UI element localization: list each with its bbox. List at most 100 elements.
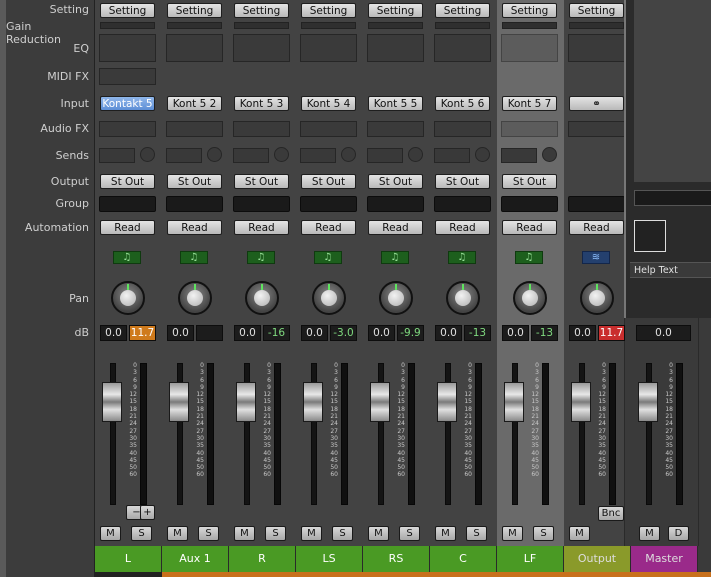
waveform-icon[interactable] xyxy=(634,220,666,252)
track-name-aux-1[interactable]: Aux 1 xyxy=(162,546,229,572)
music-note-icon[interactable]: ♫ xyxy=(314,251,342,264)
send-slot[interactable] xyxy=(300,148,336,163)
setting-button[interactable]: Setting xyxy=(569,3,624,18)
output-button[interactable]: St Out xyxy=(502,174,557,189)
solo-button[interactable]: S xyxy=(466,526,487,541)
audio-fx-slot[interactable] xyxy=(434,121,491,137)
bounce-button[interactable]: Bnc xyxy=(598,506,624,521)
send-slot[interactable] xyxy=(367,148,403,163)
setting-button[interactable]: Setting xyxy=(368,3,423,18)
automation-button[interactable]: Read xyxy=(234,220,289,235)
group-slot[interactable] xyxy=(367,196,424,212)
volume-fader[interactable] xyxy=(102,382,122,422)
group-slot[interactable] xyxy=(434,196,491,212)
music-note-icon[interactable]: ♫ xyxy=(448,251,476,264)
send-slot[interactable] xyxy=(99,148,135,163)
group-slot[interactable] xyxy=(300,196,357,212)
music-note-icon[interactable]: ♫ xyxy=(381,251,409,264)
setting-button[interactable]: Setting xyxy=(502,3,557,18)
pan-knob[interactable] xyxy=(580,281,614,315)
solo-button[interactable]: S xyxy=(198,526,219,541)
eq-slot[interactable] xyxy=(501,34,558,62)
eq-slot[interactable] xyxy=(568,34,625,62)
output-button[interactable]: St Out xyxy=(167,174,222,189)
mute-button[interactable]: M xyxy=(167,526,188,541)
track-name-lf[interactable]: LF xyxy=(497,546,564,572)
track-name-c[interactable]: C xyxy=(430,546,497,572)
eq-slot[interactable] xyxy=(300,34,357,62)
solo-button[interactable]: S xyxy=(399,526,420,541)
input-button[interactable]: Kont 5 5 xyxy=(368,96,423,111)
track-name-r[interactable]: R xyxy=(229,546,296,572)
eq-slot[interactable] xyxy=(99,34,156,62)
master-fader[interactable] xyxy=(638,382,658,422)
volume-fader[interactable] xyxy=(303,382,323,422)
track-name-rs[interactable]: RS xyxy=(363,546,430,572)
setting-button[interactable]: Setting xyxy=(167,3,222,18)
automation-button[interactable]: Read xyxy=(502,220,557,235)
volume-fader[interactable] xyxy=(236,382,256,422)
setting-button[interactable]: Setting xyxy=(301,3,356,18)
output-button[interactable]: St Out xyxy=(234,174,289,189)
group-slot[interactable] xyxy=(233,196,290,212)
input-button[interactable]: Kont 5 6 xyxy=(435,96,490,111)
send-knob[interactable] xyxy=(408,147,423,162)
mute-button[interactable]: M xyxy=(234,526,255,541)
dim-button[interactable]: D xyxy=(668,526,689,541)
audio-fx-slot[interactable] xyxy=(501,121,558,137)
audio-fx-slot[interactable] xyxy=(233,121,290,137)
waveform-icon[interactable]: ≋ xyxy=(582,251,610,264)
audio-fx-slot[interactable] xyxy=(367,121,424,137)
group-slot[interactable] xyxy=(501,196,558,212)
audio-fx-slot[interactable] xyxy=(166,121,223,137)
send-slot[interactable] xyxy=(166,148,202,163)
send-knob[interactable] xyxy=(475,147,490,162)
track-name-output[interactable]: Output xyxy=(564,546,631,572)
automation-button[interactable]: Read xyxy=(100,220,155,235)
volume-fader[interactable] xyxy=(370,382,390,422)
pan-knob[interactable] xyxy=(312,281,346,315)
mute-button[interactable]: M xyxy=(569,526,590,541)
eq-slot[interactable] xyxy=(367,34,424,62)
input-button[interactable]: Kont 5 7 xyxy=(502,96,557,111)
audio-fx-slot[interactable] xyxy=(99,121,156,137)
automation-button[interactable]: Read xyxy=(569,220,624,235)
automation-button[interactable]: Read xyxy=(301,220,356,235)
mute-button[interactable]: M xyxy=(301,526,322,541)
solo-button[interactable]: S xyxy=(265,526,286,541)
mute-button[interactable]: M xyxy=(502,526,523,541)
solo-button[interactable]: S xyxy=(131,526,152,541)
music-note-icon[interactable]: ♫ xyxy=(515,251,543,264)
pan-knob[interactable] xyxy=(513,281,547,315)
pan-knob[interactable] xyxy=(111,281,145,315)
pan-knob[interactable] xyxy=(379,281,413,315)
automation-button[interactable]: Read xyxy=(435,220,490,235)
automation-button[interactable]: Read xyxy=(167,220,222,235)
eq-slot[interactable] xyxy=(434,34,491,62)
volume-fader[interactable] xyxy=(169,382,189,422)
add-button[interactable]: + xyxy=(140,505,155,520)
volume-fader[interactable] xyxy=(571,382,591,422)
output-button[interactable]: St Out xyxy=(100,174,155,189)
mute-button[interactable]: M xyxy=(435,526,456,541)
music-note-icon[interactable]: ♫ xyxy=(247,251,275,264)
audio-fx-slot[interactable] xyxy=(568,121,625,137)
track-name-l[interactable]: L xyxy=(95,546,162,572)
mute-button[interactable]: M xyxy=(639,526,660,541)
track-name-master[interactable]: Master xyxy=(631,546,698,572)
input-button[interactable]: Kontakt 5 xyxy=(100,96,155,111)
send-slot[interactable] xyxy=(501,148,537,163)
volume-fader[interactable] xyxy=(504,382,524,422)
mute-button[interactable]: M xyxy=(100,526,121,541)
send-knob[interactable] xyxy=(542,147,557,162)
audio-fx-slot[interactable] xyxy=(300,121,357,137)
output-button[interactable]: St Out xyxy=(301,174,356,189)
send-knob[interactable] xyxy=(140,147,155,162)
track-name-ls[interactable]: LS xyxy=(296,546,363,572)
eq-slot[interactable] xyxy=(166,34,223,62)
setting-button[interactable]: Setting xyxy=(234,3,289,18)
music-note-icon[interactable]: ♫ xyxy=(180,251,208,264)
solo-button[interactable]: S xyxy=(533,526,554,541)
pan-knob[interactable] xyxy=(446,281,480,315)
group-slot[interactable] xyxy=(568,196,625,212)
